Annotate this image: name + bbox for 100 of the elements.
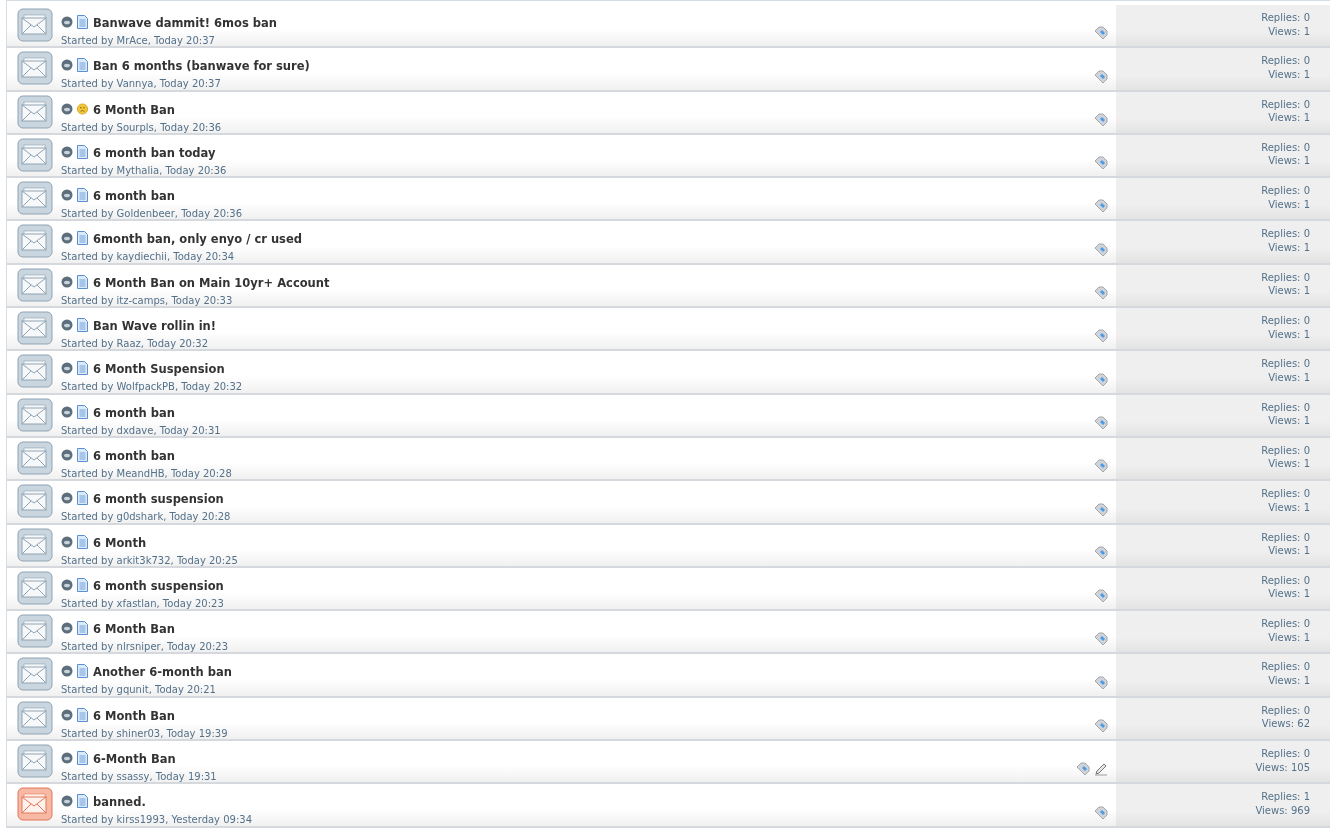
thread-title-link[interactable]: 6 Month bbox=[93, 535, 147, 550]
author-link[interactable]: ssassy bbox=[116, 771, 150, 783]
views-count: Views: 1 bbox=[1267, 284, 1310, 298]
thread-status-icon bbox=[17, 614, 53, 649]
thread-title-link[interactable]: 6-Month Ban bbox=[93, 752, 176, 767]
author-link[interactable]: kaydiechii bbox=[116, 251, 167, 263]
replies-count: Replies: 0 bbox=[1260, 573, 1310, 588]
expand-icon bbox=[61, 535, 73, 548]
document-icon bbox=[77, 664, 88, 679]
replies-count: Replies: 0 bbox=[1260, 314, 1310, 328]
thread-byline: Started by Goldenbeer, Today 20:36 bbox=[61, 207, 244, 221]
thread-title-link[interactable]: Ban 6 months (banwave for sure) bbox=[93, 59, 310, 74]
views-count: Views: 1 bbox=[1267, 673, 1310, 688]
document-icon bbox=[77, 794, 88, 809]
thread-title-link[interactable]: 6 Month Suspension bbox=[93, 362, 225, 377]
expand-icon bbox=[61, 232, 73, 245]
expand-icon bbox=[61, 102, 73, 115]
views-count: Views: 969 bbox=[1254, 803, 1310, 818]
expand-icon bbox=[61, 492, 73, 505]
document-icon bbox=[77, 144, 88, 159]
replies-count: Replies: 0 bbox=[1260, 530, 1310, 545]
document-icon bbox=[77, 274, 88, 289]
replies-count: Replies: 0 bbox=[1260, 11, 1310, 25]
expand-icon bbox=[61, 319, 73, 332]
tag-icon bbox=[1094, 675, 1108, 690]
replies-count: Replies: 0 bbox=[1260, 617, 1310, 631]
thread-title-link[interactable]: 6 Month Ban bbox=[93, 102, 175, 117]
author-link[interactable]: Sourpls bbox=[116, 121, 154, 133]
views-count: Views: 62 bbox=[1260, 717, 1310, 731]
author-link[interactable]: Raaz bbox=[116, 338, 141, 350]
thread-byline: Started by Raaz, Today 20:32 bbox=[61, 337, 210, 351]
author-link[interactable]: MrAce bbox=[116, 35, 148, 46]
replies-count: Replies: 1 bbox=[1260, 790, 1310, 804]
thread-byline: Started by xfastlan, Today 20:23 bbox=[61, 596, 225, 610]
thread-title-link[interactable]: 6 month suspension bbox=[93, 578, 224, 593]
thread-byline: Started by WolfpackPB, Today 20:32 bbox=[61, 380, 244, 394]
thread-status-icon bbox=[17, 744, 53, 779]
expand-icon bbox=[61, 708, 73, 721]
thread-title-link[interactable]: 6 month ban bbox=[93, 189, 175, 204]
views-count: Views: 1 bbox=[1267, 67, 1310, 82]
thread-title-link[interactable]: 6 Month Ban bbox=[93, 622, 175, 637]
author-link[interactable]: gqunit bbox=[116, 684, 149, 696]
tag-icon bbox=[1094, 156, 1108, 171]
tag-icon bbox=[1094, 69, 1108, 84]
replies-count: Replies: 0 bbox=[1260, 184, 1310, 198]
thread-byline: Started by arkit3k732, Today 20:25 bbox=[61, 553, 239, 567]
tag-icon bbox=[1076, 762, 1090, 777]
hot-thread-icon bbox=[17, 787, 53, 822]
thread-status-icon bbox=[17, 700, 53, 735]
views-count: Views: 1 bbox=[1267, 414, 1310, 428]
thread-status-icon bbox=[17, 224, 53, 259]
thread-title-link[interactable]: Banwave dammit! 6mos ban bbox=[93, 16, 277, 30]
author-link[interactable]: MeandHB bbox=[116, 467, 165, 479]
author-link[interactable]: nlrsniper bbox=[116, 641, 161, 653]
replies-count: Replies: 0 bbox=[1260, 703, 1310, 718]
thread-status-icon bbox=[17, 397, 53, 432]
replies-count: Replies: 0 bbox=[1260, 227, 1310, 241]
thread-status-icon bbox=[17, 354, 53, 389]
views-count: Views: 1 bbox=[1267, 111, 1310, 125]
thread-byline: Started by dxdave, Today 20:31 bbox=[61, 423, 222, 437]
tag-icon bbox=[1094, 545, 1108, 560]
thread-title-link[interactable]: 6 Month Ban bbox=[93, 708, 175, 723]
author-link[interactable]: arkit3k732 bbox=[116, 554, 171, 566]
thread-byline: Started by MeandHB, Today 20:28 bbox=[61, 466, 233, 480]
tag-icon bbox=[1094, 112, 1108, 127]
expand-icon bbox=[61, 622, 73, 635]
thread-byline: Started by kaydiechii, Today 20:34 bbox=[61, 250, 236, 264]
views-count: Views: 1 bbox=[1267, 457, 1310, 471]
thread-title-link[interactable]: 6 month suspension bbox=[93, 492, 224, 507]
thread-byline: Started by kirss1993, Yesterday 09:34 bbox=[61, 813, 254, 827]
tag-icon bbox=[1094, 415, 1108, 430]
expand-icon bbox=[61, 665, 73, 678]
thread-byline: Started by Mythalia, Today 20:36 bbox=[61, 163, 228, 177]
thread-title-link[interactable]: banned. bbox=[93, 795, 146, 810]
document-icon bbox=[77, 318, 88, 333]
thread-status-icon bbox=[17, 51, 53, 86]
document-icon bbox=[77, 361, 88, 376]
replies-count: Replies: 0 bbox=[1260, 54, 1310, 68]
tag-icon bbox=[1094, 589, 1108, 604]
views-count: Views: 1 bbox=[1267, 370, 1310, 385]
author-link[interactable]: Goldenbeer bbox=[116, 208, 175, 220]
thread-title-link[interactable]: 6 month ban bbox=[93, 448, 175, 463]
expand-icon bbox=[61, 59, 73, 72]
thread-title-link[interactable]: Another 6-month ban bbox=[93, 665, 232, 680]
document-icon bbox=[77, 58, 88, 73]
thread-title-link[interactable]: 6 month ban today bbox=[93, 145, 216, 160]
document-icon bbox=[77, 534, 88, 549]
thread-status-icon bbox=[17, 311, 53, 346]
thread-status-icon bbox=[17, 570, 53, 605]
thread-title-link[interactable]: Ban Wave rollin in! bbox=[93, 319, 216, 334]
views-count: Views: 105 bbox=[1254, 760, 1310, 775]
thread-title-link[interactable]: 6month ban, only enyo / cr used bbox=[93, 232, 302, 247]
expand-icon bbox=[61, 578, 73, 591]
replies-count: Replies: 0 bbox=[1260, 400, 1310, 415]
thread-byline: Started by shiner03, Today 19:39 bbox=[61, 726, 229, 740]
author-link[interactable]: xfastlan bbox=[116, 597, 157, 609]
author-link[interactable]: WolfpackPB bbox=[116, 381, 175, 393]
thread-title-link[interactable]: 6 month ban bbox=[93, 405, 175, 420]
thread-title-link[interactable]: 6 Month Ban on Main 10yr+ Account bbox=[93, 275, 330, 290]
expand-icon bbox=[61, 752, 73, 765]
